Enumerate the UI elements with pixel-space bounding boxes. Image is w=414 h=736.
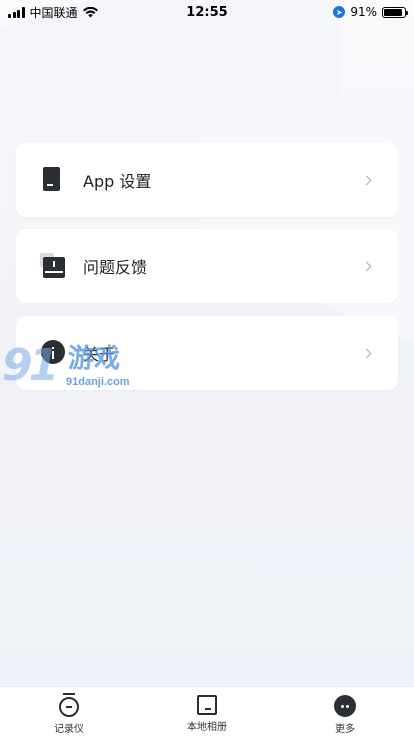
more-icon [334,695,356,717]
screen: 中国联通 12:55 ➤ 91% App 设置 问题反馈 关于 91 游戏 91… [0,0,414,736]
menu-item-label: App 设置 [83,172,152,191]
location-icon: ➤ [333,6,346,18]
menu-item-feedback[interactable]: 问题反馈 [16,229,398,303]
app-settings-icon [40,167,66,193]
tab-label: 更多 [335,724,355,735]
tab-label: 本地相册 [187,722,227,733]
menu-item-label: 问题反馈 [83,258,148,277]
battery-icon [382,6,408,18]
recorder-icon [59,693,79,717]
carrier-name: 中国联通 [29,5,78,20]
tab-local-album[interactable]: 本地相册 [138,687,276,736]
menu-item-app-settings[interactable]: App 设置 [16,143,398,217]
status-bar: 中国联通 12:55 ➤ 91% [0,0,414,24]
album-icon [197,695,217,715]
chevron-right-icon [361,175,372,185]
watermark-logo: 91 游戏 91danji.com [2,340,130,391]
wifi-icon [82,6,98,17]
signal-icon [8,6,25,18]
feedback-icon [40,253,66,279]
tab-bar: 记录仪 本地相册 更多 [0,686,414,736]
tab-recorder[interactable]: 记录仪 [0,687,138,736]
tab-more[interactable]: 更多 [276,687,414,736]
tab-label: 记录仪 [54,724,84,735]
battery-percentage: 91% [350,5,377,19]
chevron-right-icon [361,348,372,358]
chevron-right-icon [361,261,372,271]
